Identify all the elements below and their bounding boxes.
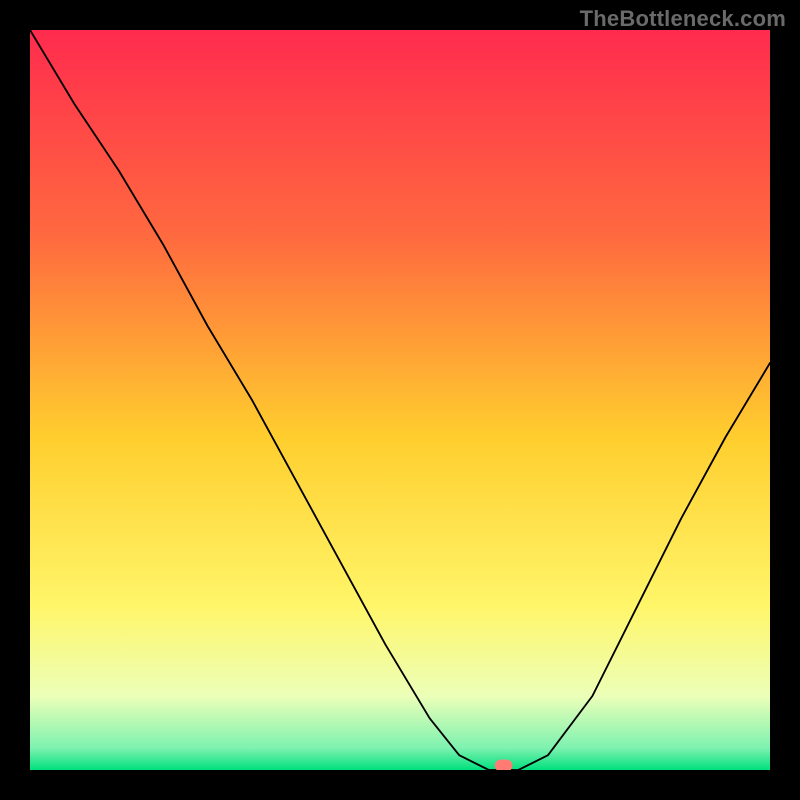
plot-background [30, 30, 770, 770]
watermark-label: TheBottleneck.com [580, 6, 786, 32]
chart-frame: TheBottleneck.com [0, 0, 800, 800]
optimal-marker [495, 760, 513, 770]
bottleneck-chart [30, 30, 770, 770]
